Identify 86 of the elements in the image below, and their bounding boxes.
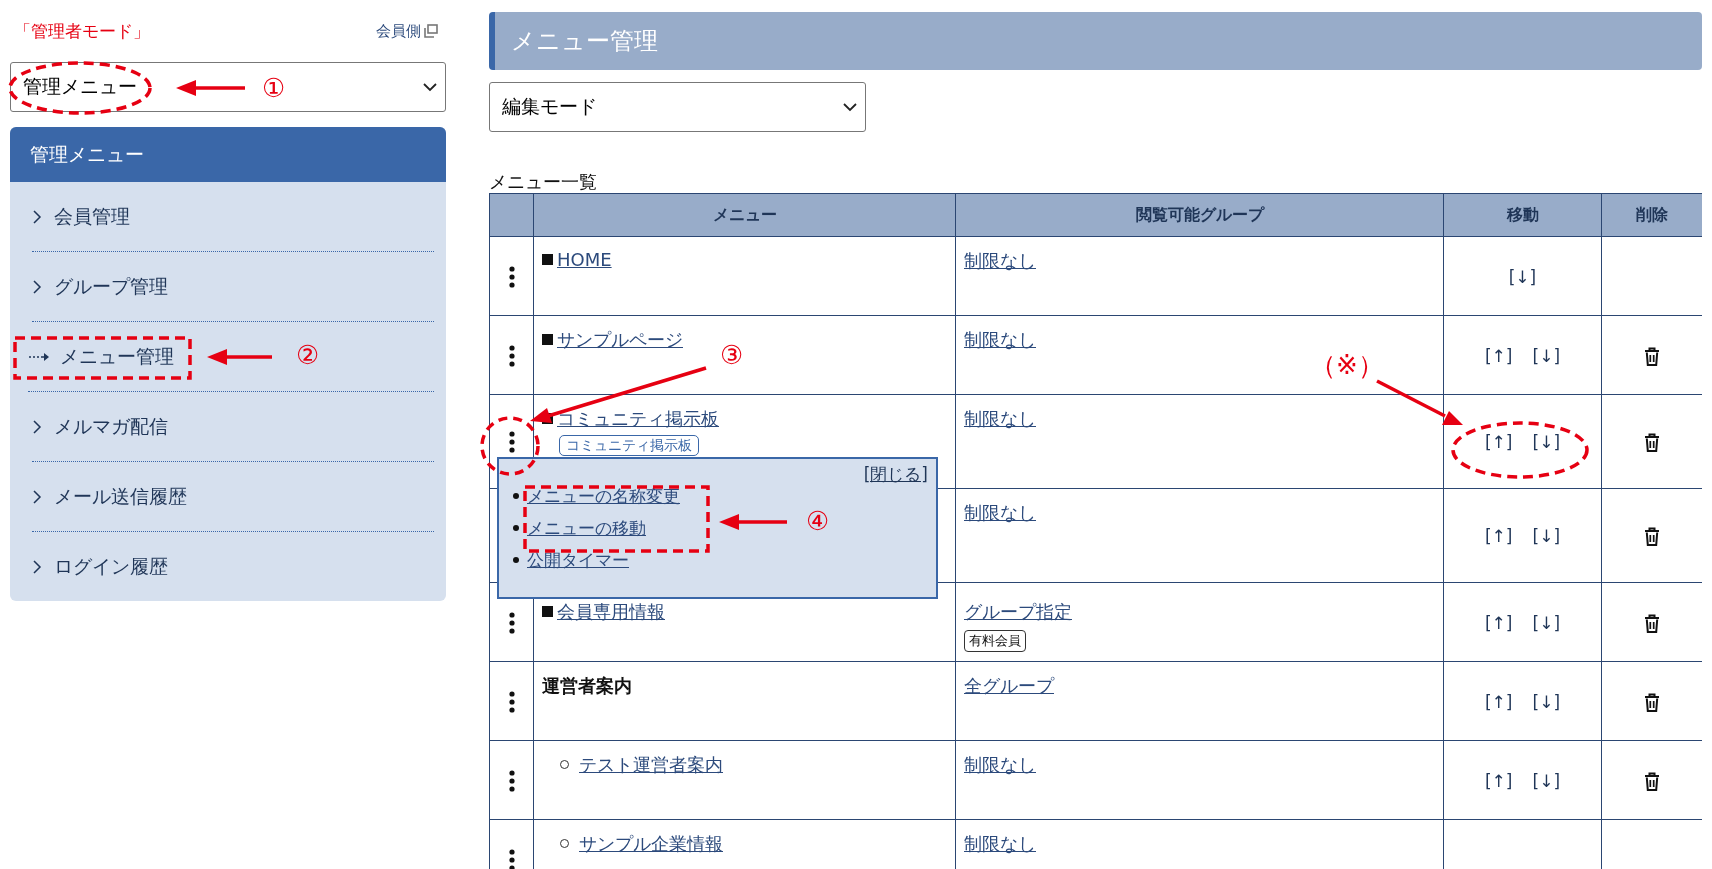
column-header: 閲覧可能グループ: [955, 193, 1444, 237]
chevron-right-icon: [32, 278, 42, 295]
more-options-icon[interactable]: [508, 690, 515, 713]
group-link[interactable]: 制限なし: [964, 250, 1036, 271]
annotation-label: ①: [262, 75, 286, 101]
mode-dropdown[interactable]: 編集モード: [489, 82, 866, 132]
menu-link[interactable]: 会員専用情報: [557, 601, 665, 622]
external-window-icon: [424, 24, 438, 38]
arrow: [207, 349, 272, 365]
move-link[interactable]: [↑]: [1485, 432, 1513, 452]
arrow: [719, 514, 787, 530]
group-link[interactable]: 制限なし: [964, 329, 1036, 350]
popup-menu-link[interactable]: メニューの名称変更: [527, 484, 680, 508]
square-bullet-icon: [542, 334, 553, 345]
group-tag: 有料会員: [964, 630, 1026, 652]
sidebar-item[interactable]: ログイン履歴: [32, 532, 434, 601]
menu-link[interactable]: HOME: [557, 249, 612, 270]
mode-label: 「管理者モード」: [14, 19, 150, 43]
sidebar-item[interactable]: 会員管理: [32, 182, 434, 252]
menu-link[interactable]: テスト運営者案内: [579, 754, 723, 775]
trash-icon[interactable]: [1644, 346, 1660, 366]
bullet-icon: [513, 557, 519, 563]
more-options-icon[interactable]: [508, 611, 515, 634]
chevron-right-icon: [32, 418, 42, 435]
sidebar-item[interactable]: メルマガ配信: [32, 392, 434, 462]
move-link[interactable]: [↓]: [1532, 612, 1560, 633]
chevron-down-icon: [423, 82, 437, 92]
highlight-circle: [480, 416, 540, 476]
move-link[interactable]: [↓]: [1532, 432, 1560, 452]
sidebar-item[interactable]: メール送信履歴: [32, 462, 434, 532]
move-link[interactable]: [↑]: [1485, 770, 1513, 791]
chevron-down-icon: [843, 102, 857, 112]
close-link[interactable]: [閉じる]: [863, 463, 928, 486]
group-link[interactable]: 全グループ: [964, 675, 1054, 696]
member-side-link[interactable]: 会員側: [376, 21, 438, 41]
move-link[interactable]: [↑]: [1485, 612, 1513, 633]
popup-menu-link[interactable]: 公開タイマー: [527, 548, 629, 572]
list-title: メニュー一覧: [489, 170, 597, 194]
arrow: [176, 80, 245, 96]
move-link[interactable]: [↓]: [1532, 691, 1560, 712]
group-link[interactable]: 制限なし: [964, 408, 1036, 429]
trash-icon[interactable]: [1644, 613, 1660, 633]
chevron-right-icon: [32, 488, 42, 505]
annotation-label: ②: [296, 342, 320, 368]
menu-link[interactable]: サンプルページ: [557, 329, 683, 350]
more-options-icon[interactable]: [508, 344, 515, 367]
more-options-icon[interactable]: [508, 265, 515, 288]
square-bullet-icon: [542, 606, 553, 617]
trash-icon[interactable]: [1644, 527, 1660, 547]
move-link[interactable]: [↓]: [1532, 526, 1560, 546]
column-header: 削除: [1601, 193, 1702, 237]
annotation-label: （※）: [1310, 352, 1384, 378]
more-options-icon[interactable]: [508, 769, 515, 792]
column-header: 移動: [1443, 193, 1602, 237]
chevron-right-icon: [32, 558, 42, 575]
bullet-icon: [513, 493, 519, 499]
menu-heading: 運営者案内: [542, 675, 632, 696]
move-link[interactable]: [↑]: [1485, 691, 1513, 712]
more-options-icon[interactable]: [508, 848, 515, 869]
move-link[interactable]: [↓]: [1532, 770, 1560, 791]
column-header: メニュー: [533, 193, 956, 237]
trash-icon[interactable]: [1644, 433, 1660, 453]
move-link[interactable]: [↑]: [1485, 526, 1513, 546]
trash-icon[interactable]: [1644, 771, 1660, 791]
bullet-icon: [513, 525, 519, 531]
menu-tag: コミュニティ掲示板: [559, 435, 699, 456]
popup-menu-link[interactable]: メニューの移動: [527, 516, 646, 540]
menu-link[interactable]: コミュニティ掲示板: [557, 408, 719, 429]
chevron-right-icon: [32, 208, 42, 225]
more-options-icon[interactable]: [508, 431, 515, 453]
move-link[interactable]: [↑]: [1485, 345, 1513, 366]
annotation-label: ③: [720, 342, 744, 368]
menu-link[interactable]: サンプル企業情報: [579, 833, 723, 854]
group-link[interactable]: 制限なし: [964, 833, 1036, 854]
annotation-label: ④: [806, 508, 830, 534]
dotted-arrow-icon: [28, 351, 50, 362]
trash-icon[interactable]: [1644, 692, 1660, 712]
move-link[interactable]: [↓]: [1532, 345, 1560, 366]
page-title: メニュー管理: [489, 12, 1702, 70]
panel-title: 管理メニュー: [10, 127, 446, 182]
move-link[interactable]: [↓]: [1508, 266, 1537, 287]
group-link[interactable]: 制限なし: [964, 502, 1036, 523]
group-link[interactable]: 制限なし: [964, 754, 1036, 775]
sidebar-item[interactable]: グループ管理: [32, 252, 434, 322]
square-bullet-icon: [542, 254, 553, 265]
group-link[interactable]: グループ指定: [964, 601, 1072, 622]
